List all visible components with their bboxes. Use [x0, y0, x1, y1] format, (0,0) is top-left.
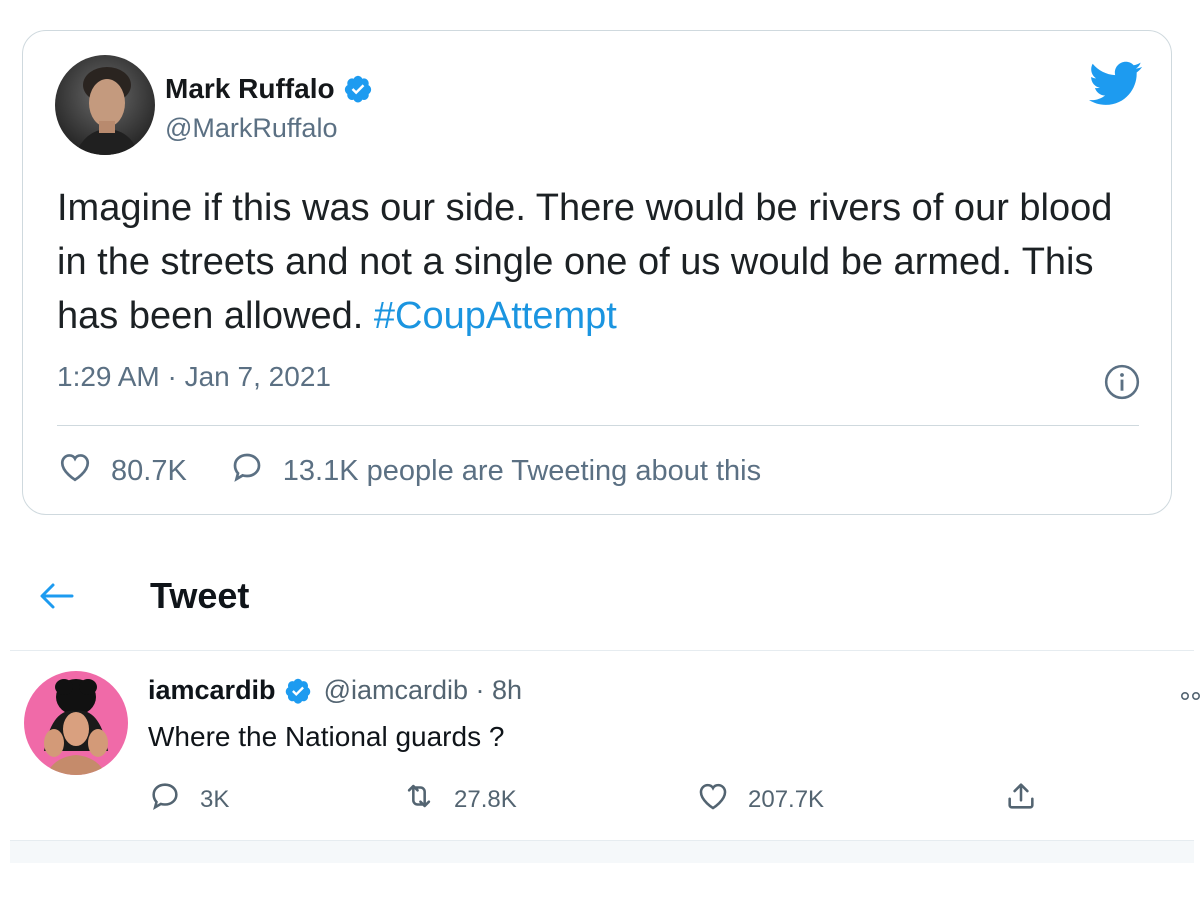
tweet-actions: 80.7K 13.1K people are Tweeting about th… — [57, 449, 803, 493]
reply-actions: 3K 27.8K 207.7K — [0, 779, 1200, 823]
page: Mark Ruffalo @MarkRuffalo Imagine if thi… — [0, 0, 1200, 900]
retweet-icon — [402, 779, 436, 820]
tweet-row[interactable]: iamcardib @iamcardib · 8h Where the Nati… — [0, 651, 1200, 841]
hashtag-link[interactable]: #CoupAttempt — [374, 295, 617, 337]
embedded-tweet-card[interactable]: Mark Ruffalo @MarkRuffalo Imagine if thi… — [22, 30, 1172, 515]
verified-badge-icon — [343, 74, 373, 104]
like-count: 80.7K — [111, 454, 187, 487]
reply-icon — [148, 779, 182, 820]
reply-author-avatar[interactable] — [24, 671, 128, 775]
tweeting-about-text: 13.1K people are Tweeting about this — [282, 454, 762, 487]
like-action[interactable]: 207.7K — [696, 779, 824, 820]
author-handle[interactable]: @MarkRuffalo — [165, 113, 337, 144]
author-avatar[interactable] — [55, 55, 155, 155]
page-title: Tweet — [150, 575, 250, 616]
back-arrow-icon[interactable] — [36, 579, 76, 613]
reply-action[interactable]: 3K — [148, 779, 229, 820]
reply-tweet-text: Where the National guards ? — [148, 721, 505, 752]
retweet-action[interactable]: 27.8K — [402, 779, 517, 820]
heart-icon — [57, 449, 93, 493]
info-icon[interactable] — [1103, 363, 1141, 401]
like-action[interactable]: 80.7K — [57, 449, 187, 493]
like-count: 207.7K — [748, 785, 825, 813]
verified-badge-icon — [284, 677, 312, 705]
reply-header: iamcardib @iamcardib · 8h — [148, 675, 522, 706]
heart-icon — [696, 779, 730, 820]
tweet-text: Imagine if this was our side. There woul… — [57, 181, 1117, 343]
page-header: Tweet — [0, 565, 1200, 629]
tweet-timestamp[interactable]: 1:29 AM · Jan 7, 2021 — [57, 361, 331, 393]
share-action[interactable] — [1004, 779, 1038, 820]
twitter-bird-icon[interactable] — [1088, 61, 1143, 107]
tweeting-about-action[interactable]: 13.1K people are Tweeting about this — [229, 449, 761, 493]
author-name[interactable]: Mark Ruffalo — [165, 73, 335, 105]
author-name-row: Mark Ruffalo — [165, 73, 373, 105]
retweet-count: 27.8K — [454, 785, 517, 813]
divider — [57, 425, 1139, 426]
reply-count: 3K — [200, 785, 230, 813]
more-icon[interactable] — [1180, 689, 1200, 701]
reply-author-handle[interactable]: @iamcardib · 8h — [324, 675, 522, 706]
reply-author-name[interactable]: iamcardib — [148, 675, 276, 706]
share-icon — [1004, 779, 1038, 820]
bottom-divider — [10, 840, 1194, 863]
speech-bubble-icon — [229, 449, 265, 493]
